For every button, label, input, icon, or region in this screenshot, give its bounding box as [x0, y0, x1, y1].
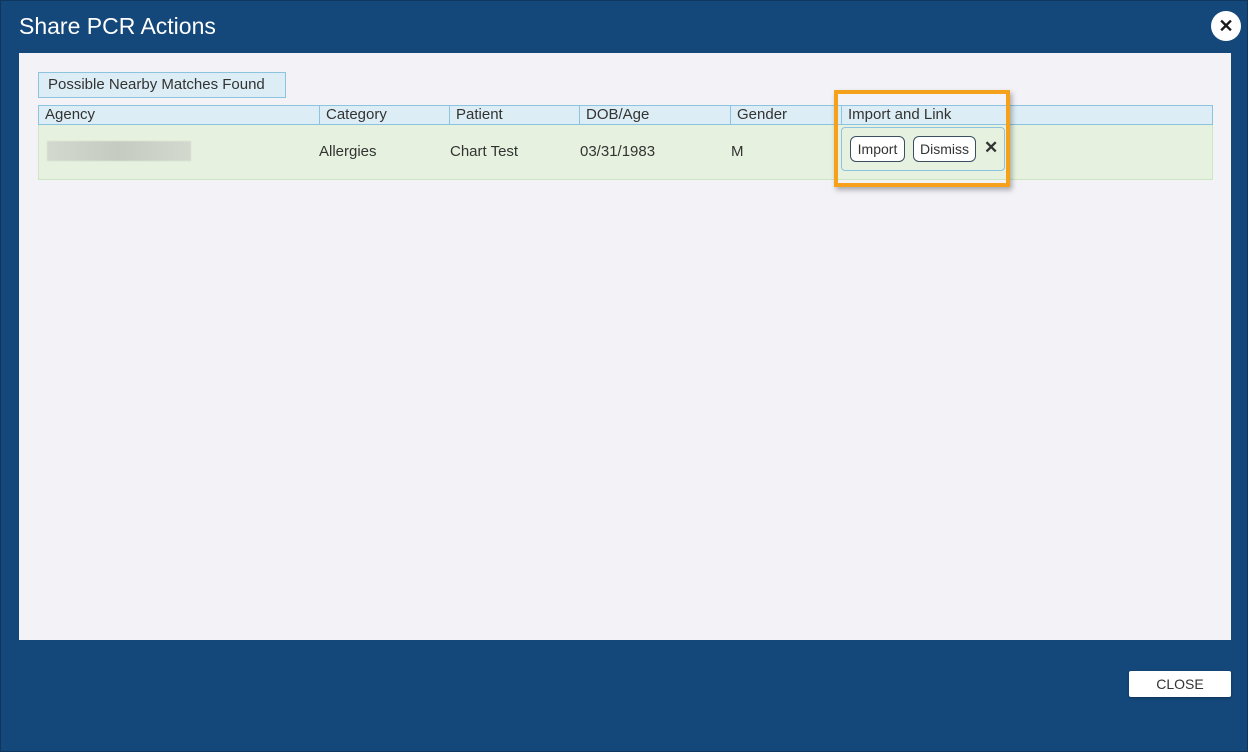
- dismiss-button[interactable]: Dismiss: [913, 136, 976, 162]
- column-header-import-link: Import and Link: [848, 106, 952, 123]
- cell-gender: M: [731, 143, 744, 160]
- section-label: Possible Nearby Matches Found: [38, 72, 286, 98]
- column-header-category[interactable]: Category: [320, 106, 450, 124]
- matches-panel: Possible Nearby Matches Found Agency Cat…: [19, 53, 1231, 640]
- column-header-dob[interactable]: DOB/Age: [580, 106, 731, 124]
- share-pcr-dialog: Share PCR Actions ✕ Possible Nearby Matc…: [0, 0, 1248, 752]
- grid-header: Agency Category Patient DOB/Age Gender I…: [38, 105, 1213, 125]
- cell-dob: 03/31/1983: [580, 143, 656, 160]
- dialog-title: Share PCR Actions: [19, 13, 216, 39]
- import-link-actions: Import Dismiss ✕: [841, 127, 1005, 171]
- table-row[interactable]: Allergies Chart Test 03/31/1983 M Import…: [38, 125, 1213, 180]
- cell-patient: Chart Test: [450, 143, 519, 160]
- column-header-patient[interactable]: Patient: [450, 106, 580, 124]
- cell-category: Allergies: [319, 143, 377, 160]
- cell-agency: [39, 125, 320, 179]
- import-button[interactable]: Import: [850, 136, 905, 162]
- remove-close-icon[interactable]: ✕: [984, 138, 998, 158]
- redacted-agency-name: [47, 141, 191, 161]
- column-header-gender[interactable]: Gender: [731, 106, 842, 124]
- matches-grid: Agency Category Patient DOB/Age Gender I…: [38, 105, 1213, 180]
- close-button[interactable]: CLOSE: [1129, 671, 1231, 697]
- column-header-agency[interactable]: Agency: [39, 106, 320, 124]
- dialog-close-icon[interactable]: ✕: [1211, 11, 1241, 41]
